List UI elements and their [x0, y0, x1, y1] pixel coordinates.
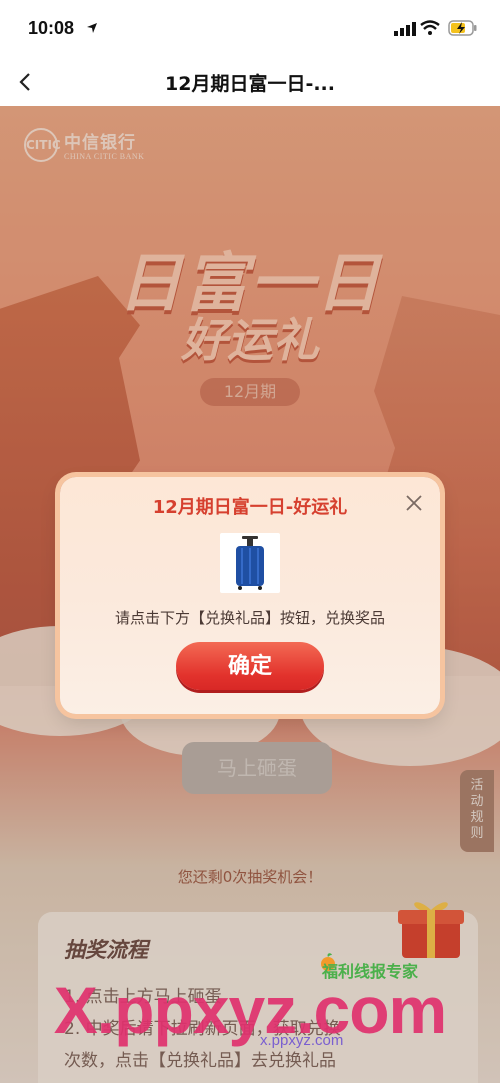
modal-title: 12月期日富一日-好运礼 [152, 497, 348, 518]
location-arrow-icon [87, 23, 97, 33]
close-icon[interactable] [404, 493, 424, 513]
cellular-signal-icon [394, 22, 416, 36]
prize-modal: 12月期日富一日-好运礼 请点击下方【兑换礼品】按钮，兑换奖品 确定 [60, 477, 440, 714]
watermark-text: X.ppxyz.com [53, 973, 447, 1047]
status-time: 10:08 [28, 18, 75, 38]
navigation-bar: 12月期日富一日-... [0, 58, 500, 106]
back-arrow-icon[interactable] [14, 68, 38, 96]
suitcase-icon [236, 536, 264, 590]
battery-charging-icon [448, 20, 477, 36]
prize-image [220, 533, 280, 593]
watermark-url: x.ppxyz.com [260, 1032, 344, 1049]
modal-message: 请点击下方【兑换礼品】按钮，兑换奖品 [114, 609, 385, 627]
wifi-icon [420, 20, 440, 35]
status-bar: 10:08 [0, 0, 500, 58]
confirm-button[interactable]: 确定 [176, 642, 324, 690]
page-title: 12月期日富一日-... [165, 73, 335, 95]
